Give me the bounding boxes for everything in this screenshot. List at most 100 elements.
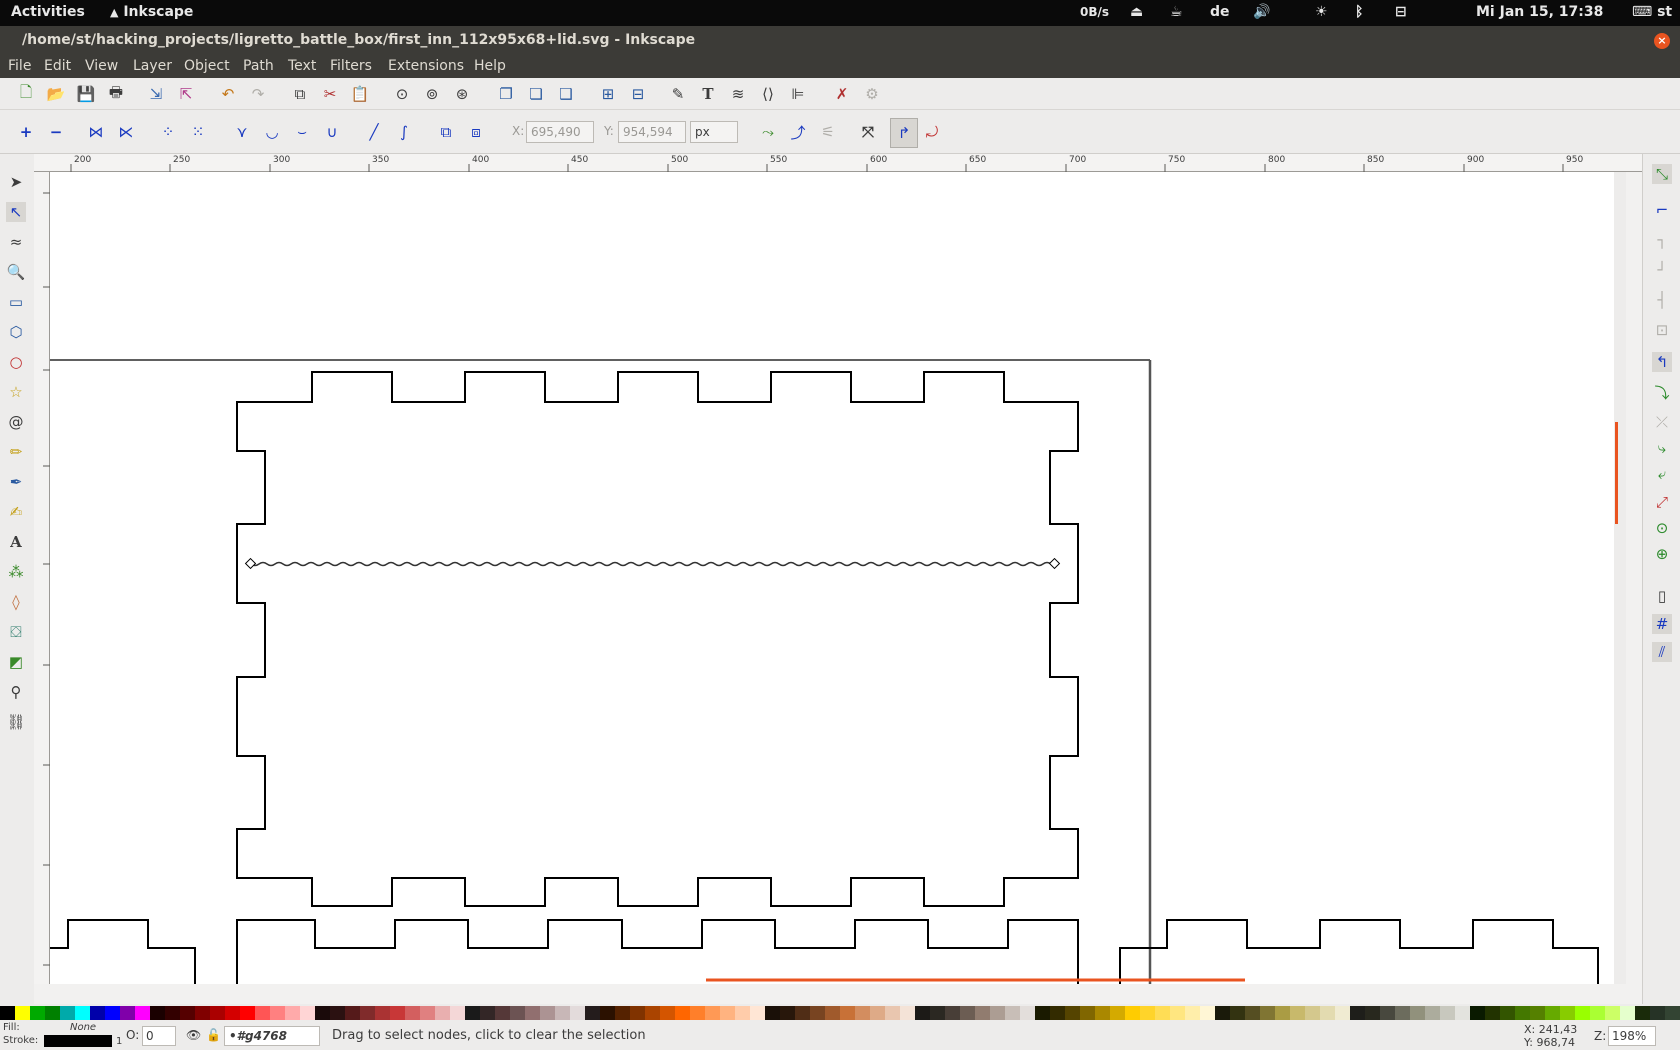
spiral-tool-icon[interactable]: @ [6,412,26,432]
snap-bbox-midpoint-icon[interactable]: ┤ [1652,290,1672,310]
node-tool-icon[interactable]: ↖ [6,202,26,222]
palette-swatch[interactable] [480,1006,495,1020]
palette-swatch[interactable] [330,1006,345,1020]
ellipse-tool-icon[interactable]: ○ [6,352,26,372]
palette-swatch[interactable] [930,1006,945,1020]
preferences-icon[interactable]: ✗ [832,84,852,104]
palette-swatch[interactable] [570,1006,585,1020]
palette-swatch[interactable] [195,1006,210,1020]
palette-swatch[interactable] [1050,1006,1065,1020]
lid-panel[interactable] [236,371,1079,907]
align-distribute-icon[interactable]: ⊫ [788,84,808,104]
eraser-tool-icon[interactable]: ◊ [6,592,26,612]
close-icon[interactable]: × [1654,33,1670,49]
palette-swatch[interactable] [375,1006,390,1020]
palette-swatch[interactable] [1590,1006,1605,1020]
break-path-icon[interactable]: ⋉ [116,122,136,142]
menu-object[interactable]: Object [184,58,230,74]
palette-swatch[interactable] [465,1006,480,1020]
palette-swatch[interactable] [1065,1006,1080,1020]
side-panel-right[interactable] [1119,919,1599,984]
palette-swatch[interactable] [555,1006,570,1020]
open-icon[interactable]: 📂 [46,84,66,104]
palette-swatch[interactable] [900,1006,915,1020]
palette-swatch[interactable] [1410,1006,1425,1020]
palette-swatch[interactable] [1245,1006,1260,1020]
mask-icon[interactable]: ⚟ [818,122,838,142]
palette-swatch[interactable] [1275,1006,1290,1020]
document-properties-icon[interactable]: ⚙ [862,84,882,104]
palette-swatch[interactable] [525,1006,540,1020]
snap-path-icon[interactable]: ⤵ [1652,382,1672,402]
snap-bbox-edge-icon[interactable]: ┐ [1652,230,1672,250]
new-document-icon[interactable]: 🗋 [16,83,36,104]
eye-icon[interactable]: 👁 [186,1028,201,1042]
insert-node-icon[interactable]: + [16,122,36,142]
snap-intersection-icon[interactable]: ⤫ [1652,412,1672,432]
palette-swatch[interactable] [675,1006,690,1020]
palette-swatch[interactable] [1335,1006,1350,1020]
palette-swatch[interactable] [1650,1006,1665,1020]
y-coordinate-input[interactable]: 954,594 [618,121,686,143]
palette-swatch[interactable] [240,1006,255,1020]
join-nodes-icon[interactable]: ⋈ [86,122,106,142]
palette-swatch[interactable] [450,1006,465,1020]
delete-node-icon[interactable]: − [46,122,66,142]
zoom-tool-icon[interactable]: 🔍 [6,262,26,282]
undo-icon[interactable]: ↶ [218,84,238,104]
palette-swatch[interactable] [1155,1006,1170,1020]
snap-smooth-icon[interactable]: ⤶ [1652,464,1672,484]
zoom-input[interactable]: 198% [1608,1026,1656,1046]
palette-swatch[interactable] [990,1006,1005,1020]
gradient-tool-icon[interactable]: ◩ [6,652,26,672]
connector-tool-icon[interactable]: ⛓ [6,712,26,732]
palette-swatch[interactable] [75,1006,90,1020]
snap-midpoint-icon[interactable]: ⤢ [1652,492,1672,512]
palette-swatch[interactable] [60,1006,75,1020]
palette-swatch[interactable] [855,1006,870,1020]
palette-swatch[interactable] [405,1006,420,1020]
palette-swatch[interactable] [735,1006,750,1020]
palette-swatch[interactable] [1260,1006,1275,1020]
palette-swatch[interactable] [915,1006,930,1020]
pen-tool-icon[interactable]: ✒ [6,472,26,492]
palette-swatch[interactable] [1080,1006,1095,1020]
palette-swatch[interactable] [780,1006,795,1020]
show-outline-icon[interactable]: ⤾ [922,122,942,142]
node-auto-icon[interactable]: ∪ [322,122,342,142]
text-font-icon[interactable]: T [698,84,718,104]
palette-swatch[interactable] [615,1006,630,1020]
keyboard-layout[interactable]: de [1210,4,1230,20]
palette-swatch[interactable] [765,1006,780,1020]
palette-swatch[interactable] [1635,1006,1650,1020]
tweak-tool-icon[interactable]: ≈ [6,232,26,252]
palette-swatch[interactable] [1215,1006,1230,1020]
palette-swatch[interactable] [810,1006,825,1020]
palette-swatch[interactable] [1110,1006,1125,1020]
group-icon[interactable]: ⊞ [598,84,618,104]
opacity-input[interactable]: 0 [142,1026,176,1046]
rectangle-tool-icon[interactable]: ▭ [6,292,26,312]
palette-swatch[interactable] [495,1006,510,1020]
palette-swatch[interactable] [1230,1006,1245,1020]
unlink-clone-icon[interactable]: ❑ [556,84,576,104]
segment-curve-icon[interactable]: ∫ [394,122,414,142]
palette-swatch[interactable] [1440,1006,1455,1020]
palette-swatch[interactable] [960,1006,975,1020]
snap-bbox-corner-icon[interactable]: ┘ [1652,260,1672,280]
palette-swatch[interactable] [1560,1006,1575,1020]
xml-editor-icon[interactable]: ⟨⟩ [758,84,778,104]
palette-swatch[interactable] [225,1006,240,1020]
export-icon[interactable]: ⇱ [176,84,196,104]
palette-swatch[interactable] [165,1006,180,1020]
zoom-drawing-icon[interactable]: ⊚ [422,84,442,104]
side-panel-left[interactable] [50,919,196,984]
menu-filters[interactable]: Filters [330,58,372,74]
unit-select[interactable]: px [690,121,738,143]
delete-segment-icon[interactable]: ⁙ [188,122,208,142]
palette-swatch[interactable] [660,1006,675,1020]
palette-swatch[interactable] [1455,1006,1470,1020]
selector-tool-icon[interactable]: ➤ [6,172,26,192]
snap-center-icon[interactable]: ⊙ [1652,518,1672,538]
vertical-scrollbar[interactable] [1614,172,1626,984]
